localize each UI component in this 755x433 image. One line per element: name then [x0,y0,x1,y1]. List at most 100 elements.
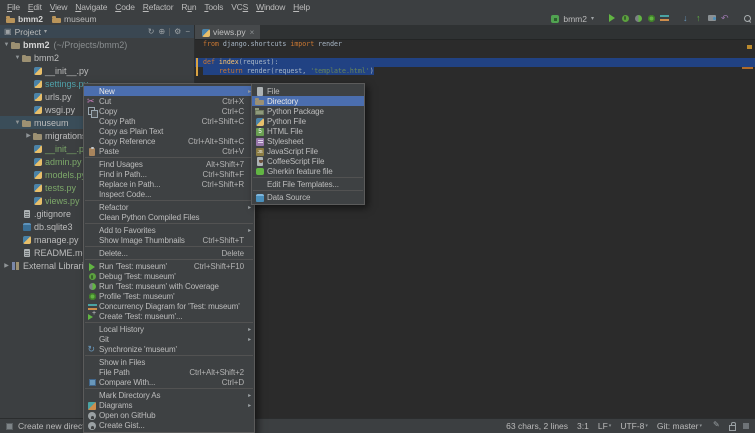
context-menu-item[interactable]: Refactor ▸ [84,202,254,212]
settings-icon[interactable]: ⚙ [174,27,181,36]
menu-item-icon-slot [255,167,267,176]
toolbar-coverage-button[interactable] [633,13,642,24]
menu-item-label: Run 'Test: museum' with Coverage [99,281,219,291]
chevron-down-icon[interactable]: ▼ [13,120,22,126]
toolbar-vcs-commit-button[interactable] [694,13,703,24]
context-menu-item[interactable]: Cut Ctrl+X [84,96,254,107]
menu-item-icon-slot [255,147,267,157]
submenu-item[interactable]: Python Package [252,106,364,116]
context-menu-item[interactable]: Git ▸ [84,334,254,344]
context-menu-item[interactable]: Copy Reference Ctrl+Alt+Shift+C [84,136,254,146]
status-segment[interactable]: 3:1 [577,421,589,431]
toolbar-search-button[interactable] [742,13,751,24]
run-config-selector[interactable]: bmm2 [563,14,587,24]
submenu-item[interactable]: CoffeeScript File [252,156,364,166]
menu-run[interactable]: Run [177,2,200,12]
context-menu-item[interactable]: Clean Python Compiled Files [84,212,254,222]
menu-item-label: Copy as Plain Text [99,126,164,136]
submenu-item[interactable]: Data Source [252,192,364,202]
status-pen-button[interactable] [713,420,722,432]
submenu-item[interactable]: File [252,86,364,96]
context-menu-item[interactable]: Show in Files [84,357,254,367]
submenu-item[interactable]: Stylesheet [252,136,364,146]
menu-vcs[interactable]: VCS [227,2,252,12]
context-menu-item[interactable]: Run 'Test: museum' with Coverage [84,281,254,291]
menu-view[interactable]: View [46,2,71,12]
context-menu-item[interactable]: Run 'Test: museum' Ctrl+Shift+F10 [84,261,254,271]
toolbar-profile-button[interactable] [646,13,655,24]
context-menu-item[interactable]: Diagrams ▸ [84,400,254,410]
toolbar-run-button[interactable] [607,13,616,24]
chevron-down-icon[interactable]: ▾ [591,15,594,22]
hide-icon[interactable]: − [185,27,190,36]
tree-item-bmm2[interactable]: ▼ bmm2 (~/Projects/bmm2) [0,38,194,51]
submenu-item[interactable]: Gherkin feature file [252,166,364,176]
context-menu-item[interactable]: Add to Favorites ▸ [84,225,254,235]
menu-file[interactable]: File [3,2,24,12]
toolbar-vcs-update-button[interactable] [681,13,690,24]
close-icon[interactable]: × [250,28,255,37]
menu-item-label: Profile 'Test: museum' [99,291,175,301]
context-menu-item[interactable]: Profile 'Test: museum' [84,291,254,301]
menu-help[interactable]: Help [289,2,314,12]
locate-icon[interactable]: ⊕ [158,27,165,36]
toolbar-concurrency-button[interactable] [659,13,669,24]
status-lock-button[interactable] [727,421,736,432]
context-menu-item[interactable]: Concurrency Diagram for 'Test: museum' [84,301,254,311]
code-area[interactable]: from django.shortcuts import render def i… [195,40,755,76]
context-menu-item[interactable]: Delete... Delete [84,248,254,258]
status-segment[interactable]: LF ▾ [598,421,611,431]
context-menu-item[interactable]: Replace in Path... Ctrl+Shift+R [84,179,254,189]
chevron-right-icon[interactable]: ▶ [24,132,33,139]
menu-edit[interactable]: Edit [24,2,46,12]
toolbar-undo-button[interactable] [720,13,729,24]
context-menu-item[interactable]: Compare With... Ctrl+D [84,377,254,387]
toolbar-shelf-button[interactable] [707,13,716,24]
context-menu-item[interactable]: Inspect Code... [84,189,254,199]
context-menu-item[interactable]: Find Usages Alt+Shift+7 [84,159,254,169]
chevron-right-icon[interactable]: ▶ [2,262,11,269]
status-theme-button[interactable] [741,421,750,432]
chevron-down-icon[interactable]: ▼ [13,55,22,61]
context-menu-item[interactable]: Mark Directory As ▸ [84,390,254,400]
menu-tools[interactable]: Tools [200,2,227,12]
status-segment[interactable]: 63 chars, 2 lines [506,421,568,431]
folder-icon [22,53,31,62]
context-menu-item[interactable]: Debug 'Test: museum' [84,271,254,281]
context-menu-item[interactable]: New ▸ [84,86,254,96]
sync-icon[interactable]: ↻ [148,27,155,36]
context-menu-item[interactable]: Local History ▸ [84,324,254,334]
menu-navigate[interactable]: Navigate [71,2,111,12]
context-menu-item[interactable]: Show Image Thumbnails Ctrl+Shift+T [84,235,254,245]
context-menu-item[interactable]: Create 'Test: museum'... [84,310,254,321]
menu-code[interactable]: Code [111,2,139,12]
tab-views-py[interactable]: views.py × [195,25,261,39]
menu-refactor[interactable]: Refactor [139,2,178,12]
menu-window[interactable]: Window [252,2,289,12]
context-menu-item[interactable]: Synchronize 'museum' [84,344,254,355]
breadcrumb-item-museum[interactable]: museum [52,14,97,24]
submenu-item[interactable]: HTML File [252,126,364,137]
breadcrumb-item-bmm2[interactable]: bmm2 [6,14,43,24]
context-menu-item[interactable]: Paste Ctrl+V [84,146,254,156]
context-menu-item[interactable]: Copy Ctrl+C [84,106,254,118]
context-menu-item[interactable]: Create Gist... [84,420,254,430]
tree-item-bmm2[interactable]: ▼ bmm2 [0,51,194,64]
menu-item-label: Find in Path... [99,169,147,179]
context-menu-item[interactable]: File Path Ctrl+Alt+Shift+2 [84,367,254,377]
context-menu-item[interactable]: Open on GitHub [84,410,254,420]
status-segment[interactable]: UTF-8 ▾ [620,421,648,431]
status-segment[interactable]: Git: master ▾ [657,421,702,431]
context-menu-item[interactable]: Copy as Plain Text [84,126,254,136]
toolbar-debug-button[interactable] [620,13,629,24]
submenu-item[interactable]: Directory [252,96,364,106]
chevron-down-icon[interactable]: ▼ [2,42,11,48]
submenu-item[interactable]: Edit File Templates... [252,179,364,189]
submenu-item[interactable]: JavaScript File [252,146,364,157]
context-menu-item[interactable]: Find in Path... Ctrl+Shift+F [84,169,254,179]
submenu-item[interactable]: Python File [252,116,364,126]
chevron-down-icon[interactable]: ▾ [44,28,47,35]
context-menu-item[interactable]: Copy Path Ctrl+Shift+C [84,116,254,126]
tree-item--init-py[interactable]: __init__.py [0,64,194,77]
